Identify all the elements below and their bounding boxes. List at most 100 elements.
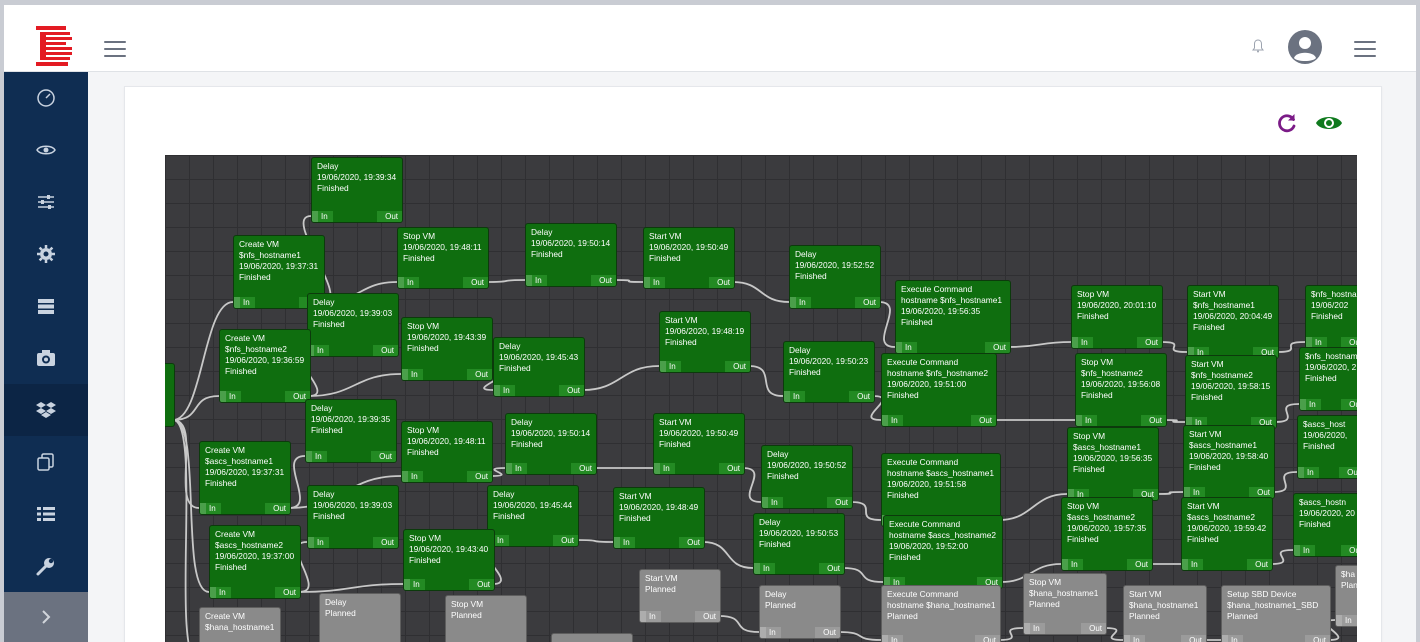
node-input-port[interactable]: In — [654, 463, 675, 474]
workflow-node[interactable]: Execute Command hostname $nfs_hostname1 19… — [895, 280, 1011, 354]
node-input-port[interactable]: In — [1222, 635, 1243, 642]
node-input-port[interactable]: In — [398, 277, 419, 288]
node-input-port[interactable]: In — [220, 391, 241, 402]
node-input-port[interactable]: In — [1076, 415, 1097, 426]
node-output-port[interactable]: Out — [275, 587, 300, 598]
node-input-port[interactable]: In — [308, 537, 329, 548]
workflow-node[interactable]: $haPlan InOut — [1335, 565, 1357, 627]
workflow-node[interactable]: Stop VM 19/06/2020, 19:43:39 Finished In Out — [401, 317, 493, 381]
brand-logo[interactable] — [32, 25, 76, 67]
workflow-node[interactable]: Start VM $nfs_hostname1 19/06/2020, 20:04:… — [1187, 285, 1279, 359]
workflow-node[interactable]: Start VM 19/06/2020, 19:48:19 Finished In Ou… — [659, 311, 751, 373]
workflow-node[interactable]: Start VM Planned In Out — [639, 569, 721, 623]
workflow-node[interactable]: Start VM 19/06/2020, 19:48:49 Finished In Ou… — [613, 487, 705, 549]
workflow-node[interactable]: Delay 19/06/2020, 19:50:52 Finished In Out — [761, 445, 853, 509]
workflow-node[interactable]: 8 — [165, 363, 175, 427]
workflow-node[interactable]: Start VM $ascs_hostname1 19/06/2020, 19:58… — [1183, 425, 1275, 499]
node-output-port[interactable]: Out — [709, 277, 734, 288]
user-avatar-icon[interactable] — [1288, 30, 1322, 64]
workflow-node[interactable]: Delay 19/06/2020, 19:39:03 Finished In Out — [307, 485, 399, 549]
workflow-node[interactable]: Stop VM $ascs_hostname2 19/06/2020, 19:57:… — [1061, 497, 1153, 571]
node-output-port[interactable]: Out — [1341, 399, 1357, 410]
workflow-node[interactable]: $ascs_host19/06/2020,Finished In Out — [1297, 415, 1357, 479]
node-output-port[interactable]: Out — [815, 627, 840, 638]
workflow-node[interactable]: Stop VM $ascs_hostname1 19/06/2020, 19:56:… — [1067, 427, 1159, 501]
node-input-port[interactable]: In — [1062, 559, 1083, 570]
node-output-port[interactable]: Out — [679, 537, 704, 548]
workflow-node[interactable]: Delay 19/06/2020, 19:52:52 Finished In Out — [789, 245, 881, 309]
node-input-port[interactable]: In — [402, 369, 423, 380]
workflow-node[interactable]: Delay 19/06/2020, 19:50:23 Finished In Out — [783, 341, 875, 403]
node-output-port[interactable]: Out — [467, 471, 492, 482]
hamburger-icon[interactable] — [104, 41, 126, 57]
workflow-node[interactable]: Execute Command hostname $ascs_hostname2 1… — [883, 515, 1003, 589]
node-input-port[interactable]: In — [1298, 467, 1319, 478]
node-output-port[interactable]: Out — [1181, 635, 1206, 642]
node-input-port[interactable]: In — [614, 537, 635, 548]
workflow-node[interactable]: Create VM $ascs_hostname2 19/06/2020, 19:3… — [209, 525, 301, 599]
workflow-node[interactable]: Delay 19/06/2020, 19:50:53 Finished In Out — [753, 513, 845, 575]
workflow-node[interactable]: Stop VMPlannedInOut — [445, 595, 527, 642]
node-output-port[interactable]: Out — [975, 635, 1000, 642]
sidebar-expand-button[interactable] — [4, 592, 88, 642]
node-input-port[interactable]: In — [402, 471, 423, 482]
node-output-port[interactable]: Out — [591, 275, 616, 286]
node-input-port[interactable]: In — [210, 587, 231, 598]
node-input-port[interactable]: In — [754, 563, 775, 574]
workflow-node[interactable]: Start VM 19/06/2020, 19:50:49 Finished In Ou… — [643, 227, 735, 289]
sidebar-item-workflows[interactable] — [4, 384, 88, 436]
node-output-port[interactable]: Out — [469, 579, 494, 590]
node-output-port[interactable]: Out — [1247, 559, 1272, 570]
workflow-node[interactable]: Delay 19/06/2020, 19:39:34 Finished In Out — [311, 157, 403, 223]
node-output-port[interactable]: Out — [725, 361, 750, 372]
node-input-port[interactable]: In — [312, 211, 333, 222]
node-input-port[interactable]: In — [1024, 623, 1045, 634]
workflow-node[interactable]: Execute Command hostname $nfs_hostname2 19… — [881, 353, 997, 427]
workflow-node[interactable]: Delay 19/06/2020, 19:39:03 Finished In Out — [307, 293, 399, 357]
node-input-port[interactable]: In — [644, 277, 665, 288]
node-output-port[interactable]: Out — [265, 503, 290, 514]
workflow-node[interactable]: Stop VM $nfs_hostname2 19/06/2020, 19:56:0… — [1075, 353, 1167, 427]
workflow-node[interactable]: Start VM $hana_hostname1 Planned In Out — [1123, 585, 1207, 642]
node-input-port[interactable]: In — [308, 345, 329, 356]
view-eye-icon[interactable] — [1315, 113, 1343, 133]
node-output-port[interactable]: Out — [559, 385, 584, 396]
node-output-port[interactable]: Out — [463, 277, 488, 288]
sidebar-item-settings[interactable] — [4, 176, 88, 228]
node-input-port[interactable]: In — [896, 342, 917, 353]
sidebar-item-config[interactable] — [4, 228, 88, 280]
node-output-port[interactable]: Out — [377, 211, 402, 222]
node-output-port[interactable]: Out — [971, 415, 996, 426]
node-input-port[interactable]: In — [494, 385, 515, 396]
node-output-port[interactable]: Out — [1141, 415, 1166, 426]
node-input-port[interactable]: In — [200, 503, 221, 514]
node-output-port[interactable]: Out — [819, 563, 844, 574]
node-output-port[interactable]: Out — [571, 463, 596, 474]
node-input-port[interactable]: In — [790, 297, 811, 308]
node-output-port[interactable]: Out — [1127, 559, 1152, 570]
workflow-node[interactable]: Delay 19/06/2020, 19:45:43 Finished In Out — [493, 337, 585, 397]
workflow-node[interactable]: Setup SBD Device $hana_hostname1_SBD Plann… — [1221, 585, 1331, 642]
workflow-node[interactable]: Stop VM 19/06/2020, 19:43:40 Finished In Out — [403, 529, 495, 591]
node-output-port[interactable]: Out — [985, 342, 1010, 353]
node-output-port[interactable]: Out — [1081, 623, 1106, 634]
workflow-node[interactable]: Delay 19/06/2020, 19:39:35 Finished In Out — [305, 399, 397, 463]
workflow-node[interactable]: Create VM $nfs_hostname2 19/06/2020, 19:36… — [219, 329, 311, 403]
node-output-port[interactable]: Out — [371, 451, 396, 462]
node-output-port[interactable]: Out — [1305, 635, 1330, 642]
workflow-node[interactable]: Start VM $nfs_hostname2 19/06/2020, 19:58:… — [1185, 355, 1277, 429]
node-input-port[interactable]: In — [640, 611, 661, 622]
sidebar-item-snapshots[interactable] — [4, 332, 88, 384]
workflow-node[interactable]: Start VM $ascs_hostname2 19/06/2020, 19:59… — [1181, 497, 1273, 571]
workflow-node[interactable]: Delay 19/06/2020, 19:50:14 Finished In Out — [505, 413, 597, 475]
workflow-node[interactable]: Stop VM 19/06/2020, 19:48:11 Finished In Out — [397, 227, 489, 289]
node-input-port[interactable]: In — [760, 627, 781, 638]
node-input-port[interactable]: In — [234, 297, 255, 308]
node-output-port[interactable]: Out — [1137, 337, 1162, 348]
node-output-port[interactable]: Out — [373, 345, 398, 356]
sidebar-item-copies[interactable] — [4, 436, 88, 488]
node-input-port[interactable]: In — [1182, 559, 1203, 570]
workflow-canvas[interactable]: Delay 19/06/2020, 19:39:34 Finished In Out Cr… — [165, 155, 1357, 642]
workflow-node[interactable]: Stop VM 19/06/2020, 19:48:11 Finished In Out — [401, 421, 493, 483]
node-output-port[interactable]: Out — [719, 463, 744, 474]
